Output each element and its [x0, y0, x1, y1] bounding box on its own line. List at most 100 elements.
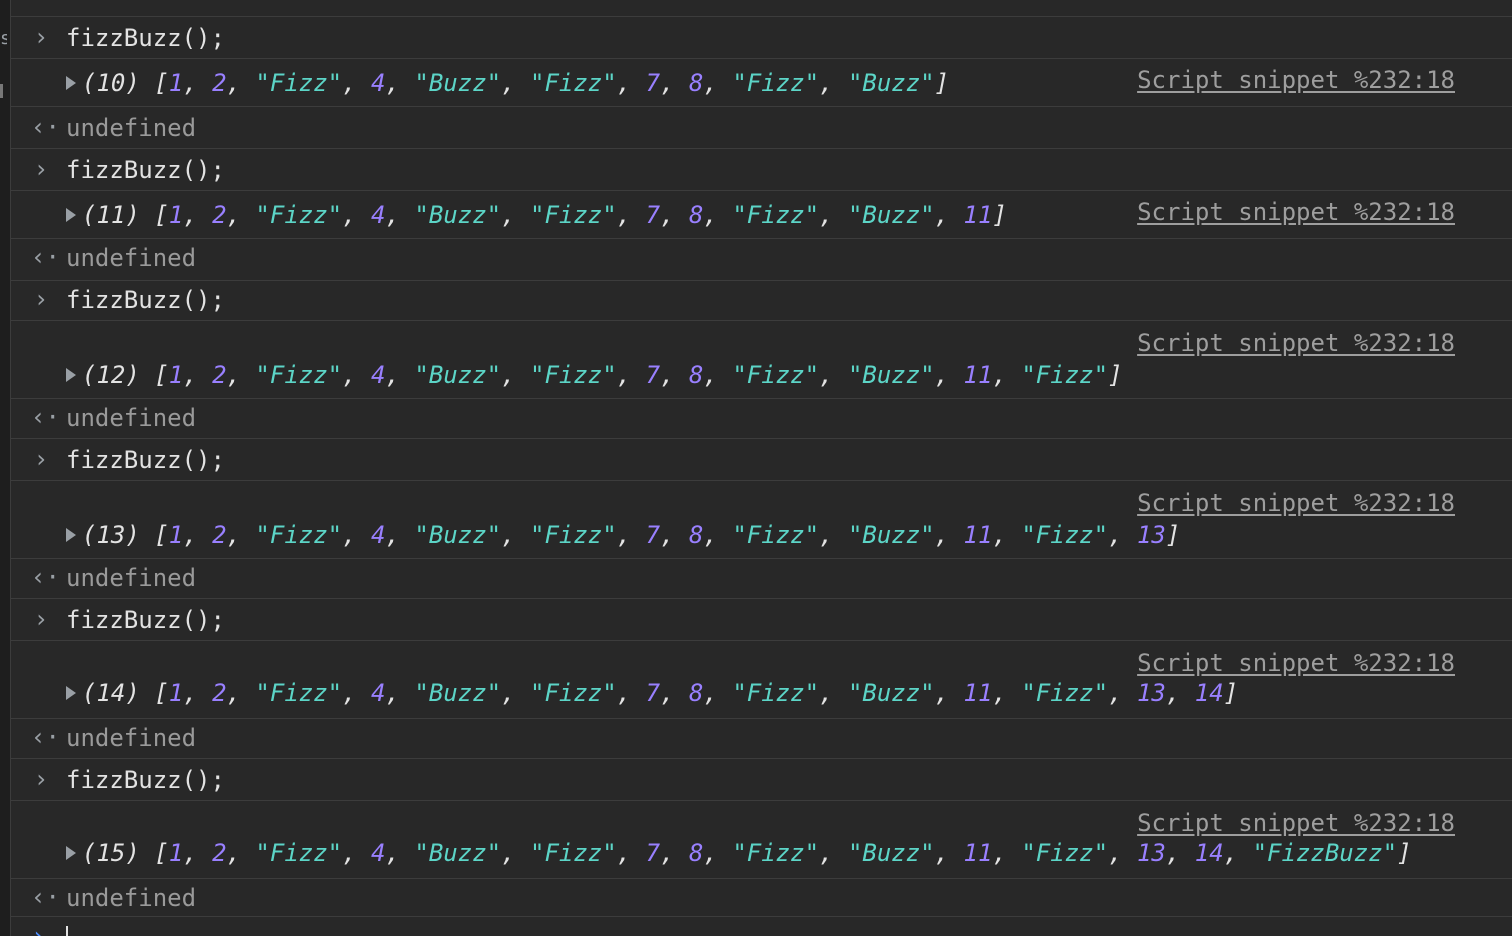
array-string-item: "Fizz" — [1021, 839, 1109, 867]
console-input-row[interactable]: › fizzBuzz(); — [11, 281, 1512, 321]
result-value: undefined — [66, 564, 197, 592]
array-length: (10) — [82, 69, 155, 97]
return-arrow-icon: ‹· — [31, 723, 60, 751]
array-string-item: "Fizz" — [530, 521, 617, 549]
console-result-row: ‹· undefined — [11, 879, 1512, 917]
array-string-item: "Fizz" — [255, 839, 343, 867]
array-length: (14) — [82, 679, 155, 707]
array-number-item: 7 — [645, 201, 661, 229]
console-output-row: Script snippet %232:18 (13) [1, 2, "Fizz… — [11, 481, 1512, 559]
expand-triangle-icon[interactable] — [66, 208, 76, 222]
array-string-item: "Fizz" — [732, 679, 820, 707]
console-input-row[interactable]: › fizzBuzz(); — [11, 439, 1512, 481]
array-preview[interactable]: (11) [1, 2, "Fizz", 4, "Buzz", "Fizz", 7… — [66, 200, 1007, 230]
console-output-row: Script snippet %232:18 (14) [1, 2, "Fizz… — [11, 641, 1512, 719]
array-string-item: "Buzz" — [847, 679, 935, 707]
array-number-item: 2 — [212, 69, 227, 97]
array-number-item: 2 — [212, 361, 227, 389]
array-number-item: 1 — [168, 521, 184, 549]
array-number-item: 13 — [1136, 521, 1166, 549]
source-link[interactable]: Script snippet %232:18 — [1137, 197, 1455, 227]
array-number-item: 11 — [963, 201, 993, 229]
console-input-row[interactable]: › fizzBuzz(); — [11, 759, 1512, 801]
array-length: (12) — [82, 361, 155, 389]
panel-edge-glyph: s — [0, 28, 7, 49]
array-string-item: "Fizz" — [732, 839, 820, 867]
array-number-item: 8 — [688, 679, 704, 707]
source-link[interactable]: Script snippet %232:18 — [1137, 65, 1455, 95]
input-command: fizzBuzz(); — [66, 446, 225, 474]
return-arrow-icon: ‹· — [31, 563, 60, 591]
array-string-item: "Buzz" — [414, 679, 502, 707]
array-number-item: 1 — [168, 201, 184, 229]
array-string-item: "Fizz" — [530, 69, 617, 97]
array-number-item: 1 — [168, 69, 184, 97]
array-string-item: "Fizz" — [255, 201, 343, 229]
console-result-row: ‹· undefined — [11, 239, 1512, 281]
array-number-item: 1 — [168, 361, 184, 389]
return-arrow-icon: ‹· — [31, 113, 60, 141]
array-number-item: 11 — [963, 679, 993, 707]
console-output-row: (10) [1, 2, "Fizz", 4, "Buzz", "Fizz", 7… — [11, 59, 1512, 107]
console-input-row[interactable]: › fizzBuzz(); — [11, 149, 1512, 191]
array-string-item: "Fizz" — [530, 839, 617, 867]
array-string-item: "Fizz" — [530, 679, 617, 707]
array-string-item: "Fizz" — [255, 361, 343, 389]
console-input-cursor[interactable] — [66, 926, 68, 936]
chevron-right-icon: › — [33, 445, 49, 473]
array-preview[interactable]: (13) [1, 2, "Fizz", 4, "Buzz", "Fizz", 7… — [66, 520, 1180, 550]
array-string-item: "Fizz" — [530, 361, 617, 389]
chevron-right-icon: › — [33, 605, 49, 633]
result-value: undefined — [66, 244, 197, 272]
expand-triangle-icon[interactable] — [66, 528, 76, 542]
result-value: undefined — [66, 724, 197, 752]
source-link[interactable]: Script snippet %232:18 — [1137, 808, 1455, 838]
console-input-row[interactable]: › fizzBuzz(); — [11, 17, 1512, 59]
expand-triangle-icon[interactable] — [66, 76, 76, 90]
array-number-item: 14 — [1194, 679, 1224, 707]
array-string-item: "Fizz" — [732, 361, 820, 389]
array-number-item: 13 — [1136, 839, 1166, 867]
chevron-right-icon: › — [33, 155, 49, 183]
array-string-item: "Buzz" — [847, 201, 935, 229]
array-number-item: 4 — [371, 839, 386, 867]
return-arrow-icon: ‹· — [31, 403, 60, 431]
return-arrow-icon: ‹· — [31, 243, 60, 271]
expand-triangle-icon[interactable] — [66, 368, 76, 382]
input-command: fizzBuzz(); — [66, 766, 225, 794]
array-number-item: 13 — [1136, 679, 1166, 707]
array-length: (13) — [82, 521, 155, 549]
input-command: fizzBuzz(); — [66, 24, 225, 52]
console-result-row: ‹· undefined — [11, 399, 1512, 439]
array-string-item: "Buzz" — [847, 361, 935, 389]
array-string-item: "Fizz" — [255, 69, 343, 97]
array-string-item: "Buzz" — [414, 201, 502, 229]
expand-triangle-icon[interactable] — [66, 686, 76, 700]
expand-triangle-icon[interactable] — [66, 846, 76, 860]
array-number-item: 4 — [371, 69, 386, 97]
array-preview[interactable]: (14) [1, 2, "Fizz", 4, "Buzz", "Fizz", 7… — [66, 678, 1238, 708]
array-number-item: 4 — [371, 201, 386, 229]
array-number-item: 1 — [168, 839, 184, 867]
source-link[interactable]: Script snippet %232:18 — [1137, 328, 1455, 358]
array-string-item: "Fizz" — [732, 201, 820, 229]
array-number-item: 1 — [168, 679, 184, 707]
array-preview[interactable]: (12) [1, 2, "Fizz", 4, "Buzz", "Fizz", 7… — [66, 360, 1123, 390]
chevron-right-icon: › — [33, 765, 49, 793]
source-link[interactable]: Script snippet %232:18 — [1137, 648, 1455, 678]
console-panel: › fizzBuzz(); (10) [1, 2, "Fizz", 4, "Bu… — [11, 0, 1512, 936]
array-number-item: 2 — [212, 839, 227, 867]
array-string-item: "Buzz" — [847, 521, 935, 549]
console-result-row: ‹· undefined — [11, 719, 1512, 759]
array-string-item: "Buzz" — [847, 839, 935, 867]
array-preview[interactable]: (15) [1, 2, "Fizz", 4, "Buzz", "Fizz", 7… — [66, 838, 1412, 868]
array-number-item: 7 — [645, 679, 661, 707]
chevron-right-icon: › — [33, 23, 49, 51]
panel-edge-marker — [0, 84, 3, 98]
console-input-row[interactable]: › fizzBuzz(); — [11, 599, 1512, 641]
array-string-item: "Fizz" — [1021, 679, 1109, 707]
source-link[interactable]: Script snippet %232:18 — [1137, 488, 1455, 518]
array-preview[interactable]: (10) [1, 2, "Fizz", 4, "Buzz", "Fizz", 7… — [66, 68, 949, 98]
array-string-item: "Fizz" — [255, 521, 343, 549]
array-string-item: "Fizz" — [732, 69, 820, 97]
